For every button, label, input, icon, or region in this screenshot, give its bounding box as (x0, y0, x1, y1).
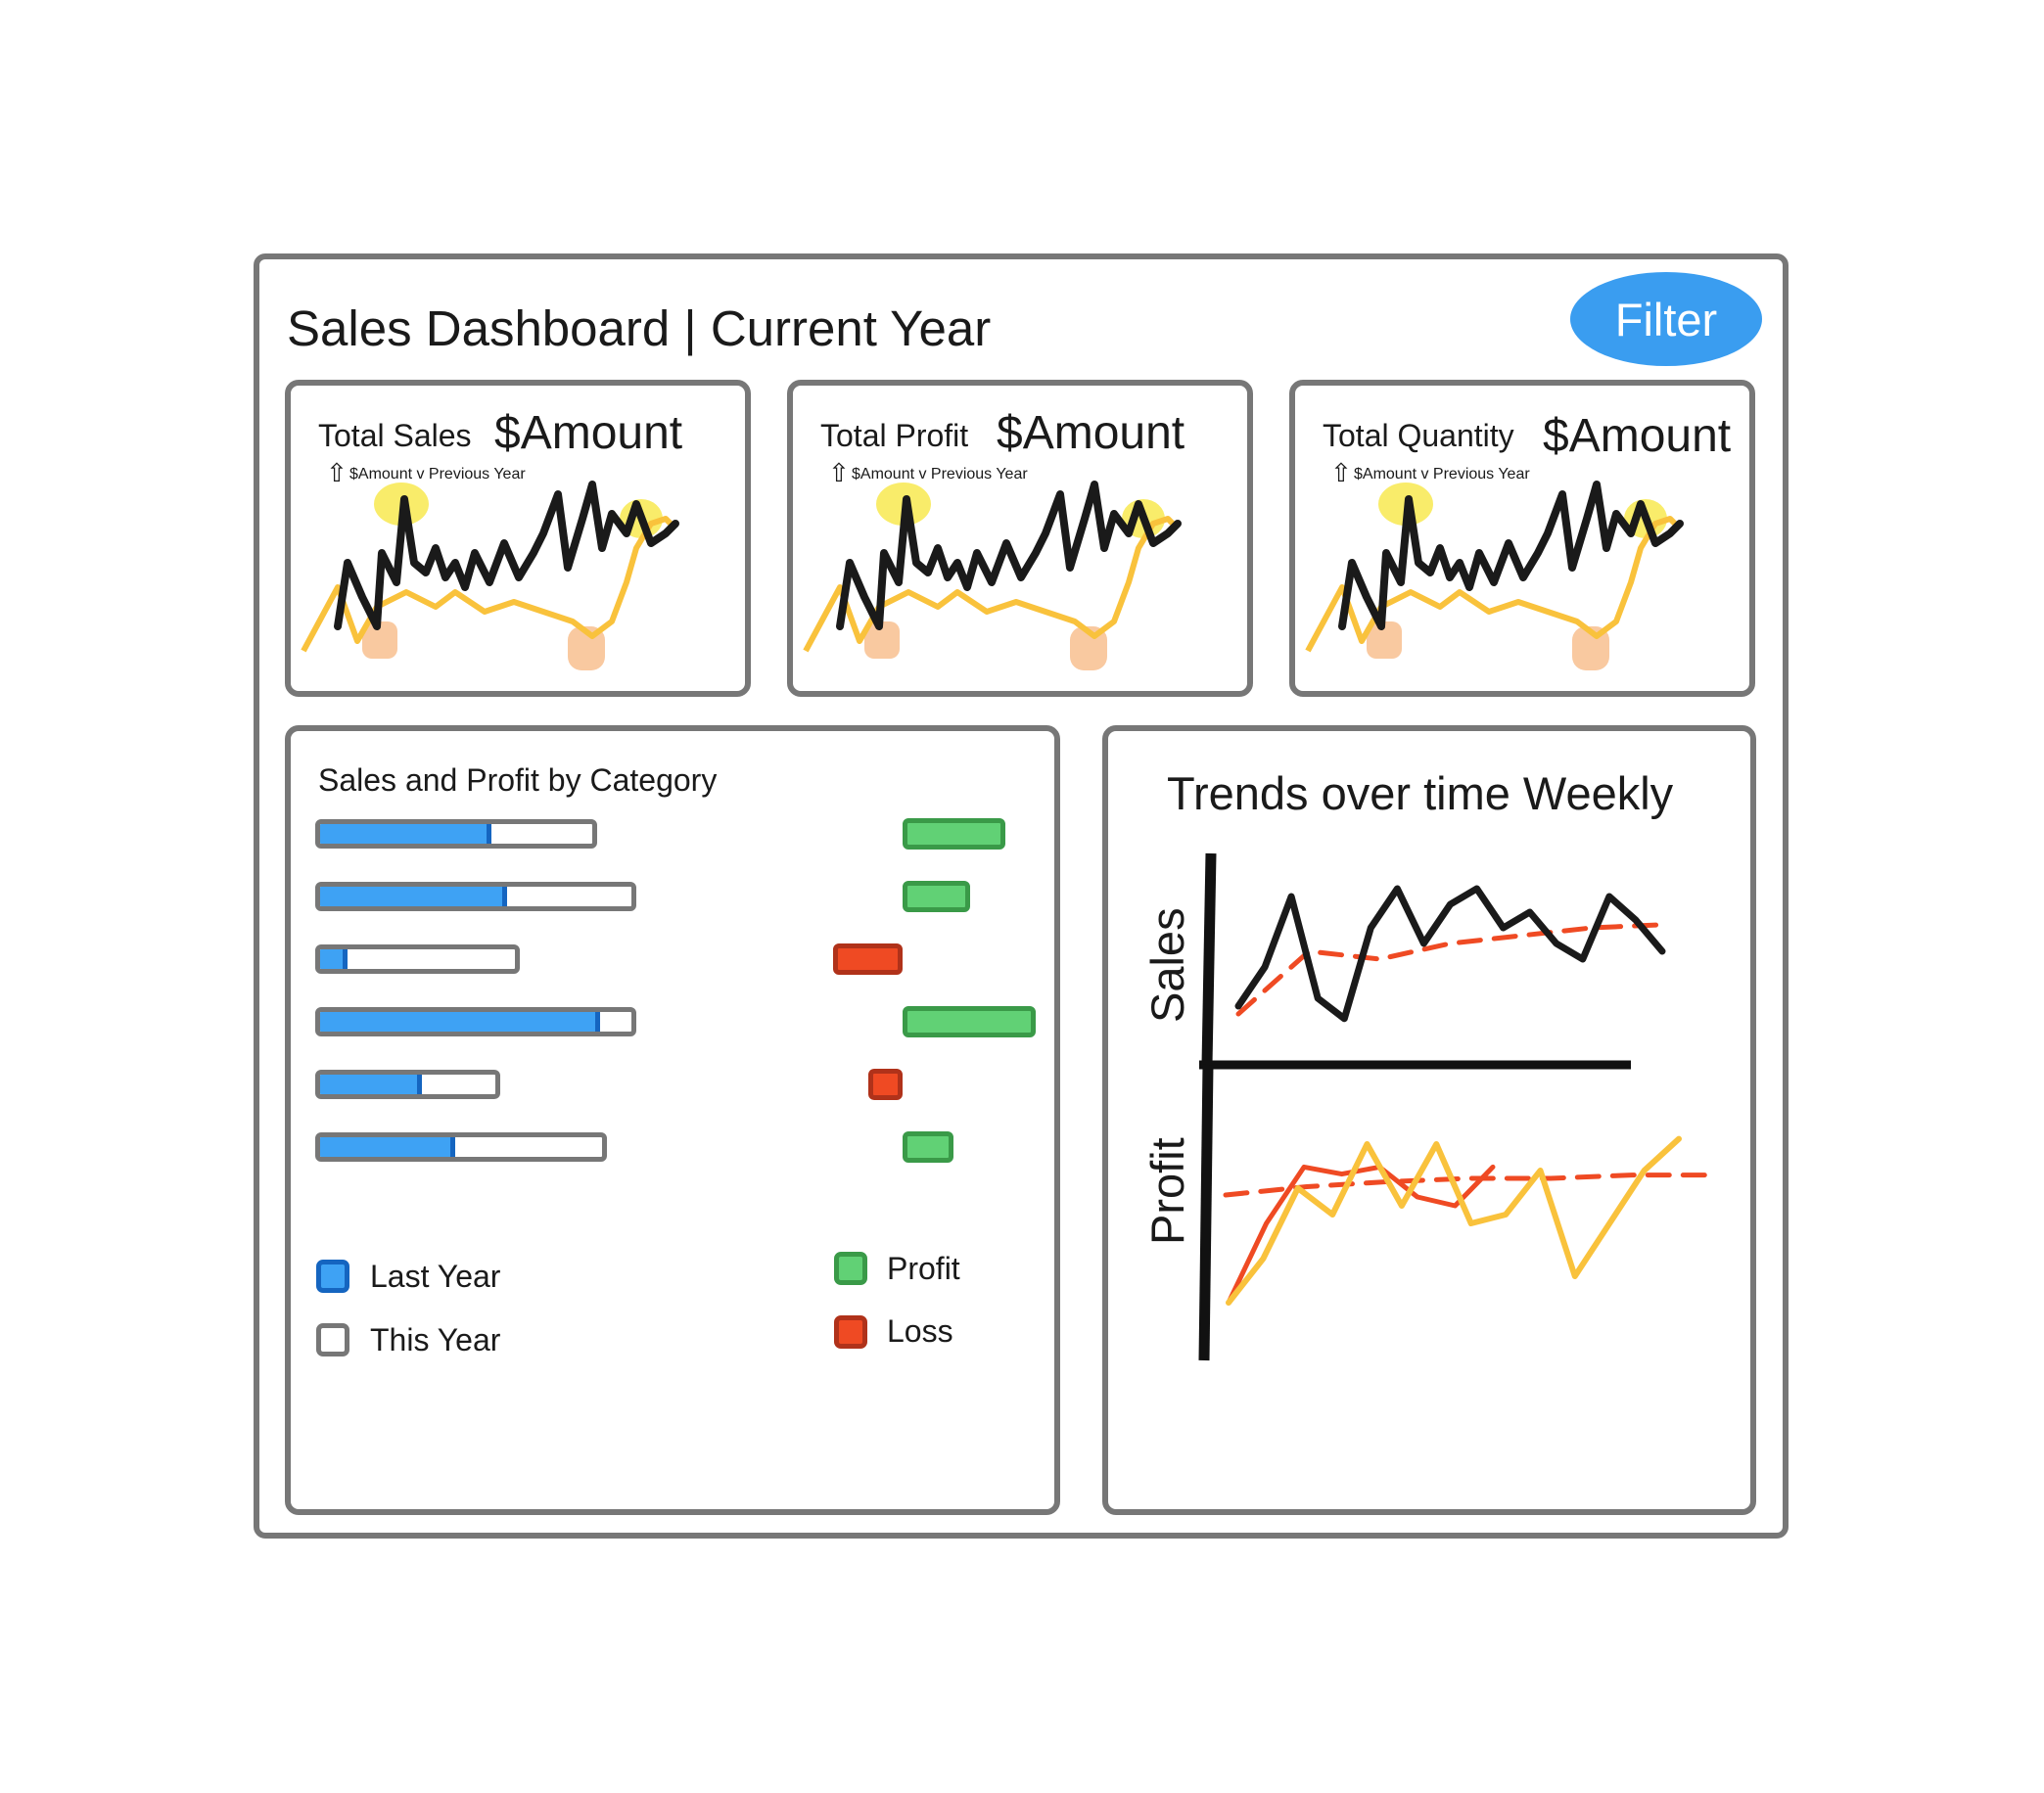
this-year-bar[interactable] (315, 1007, 636, 1036)
this-year-bar[interactable] (315, 819, 597, 849)
trend-chart (1198, 852, 1716, 1361)
last-year-bar[interactable] (320, 1075, 422, 1094)
profit-bar[interactable] (903, 1006, 1036, 1037)
sparkline (803, 481, 1182, 670)
this-year-bar[interactable] (315, 944, 520, 974)
kpi-value: $Amount (1543, 410, 1732, 462)
sales-y-axis (1201, 852, 1217, 1066)
kpi-value: $Amount (494, 407, 683, 459)
sparkline (1305, 481, 1684, 670)
legend-swatch-last-year (316, 1260, 349, 1293)
loss-bar[interactable] (833, 943, 903, 975)
trend-panel-title: Trends over time Weekly (1167, 767, 1674, 819)
sparkline (301, 481, 679, 670)
last-year-bar[interactable] (320, 824, 492, 844)
legend-swatch-loss (834, 1315, 867, 1349)
this-year-bar[interactable] (315, 882, 636, 911)
last-year-bar[interactable] (320, 887, 507, 906)
kpi-label: Total Sales (318, 418, 472, 453)
legend-label-last-year: Last Year (370, 1259, 501, 1294)
legend-swatch-profit (834, 1252, 867, 1285)
category-panel-title: Sales and Profit by Category (318, 762, 718, 798)
last-year-bar[interactable] (320, 1137, 456, 1157)
profit-line (1226, 1135, 1682, 1306)
loss-bar[interactable] (868, 1069, 903, 1100)
last-year-bar[interactable] (320, 949, 348, 969)
legend-label-loss: Loss (887, 1313, 953, 1349)
kpi-value: $Amount (997, 407, 1185, 459)
this-year-bar[interactable] (315, 1132, 607, 1162)
kpi-label: Total Quantity (1323, 418, 1514, 453)
profit-bar[interactable] (903, 818, 1005, 850)
this-year-bar[interactable] (315, 1070, 500, 1099)
kpi-label: Total Profit (820, 418, 969, 453)
filter-button[interactable]: Filter (1570, 272, 1762, 366)
page-title: Sales Dashboard | Current Year (287, 300, 992, 356)
legend-label-profit: Profit (887, 1251, 960, 1286)
profit-y-axis (1198, 1064, 1214, 1361)
sales-line (1234, 885, 1666, 1023)
legend-swatch-this-year (316, 1323, 349, 1356)
last-year-bar[interactable] (320, 1012, 601, 1032)
legend-label-this-year: This Year (370, 1322, 501, 1357)
profit-bar[interactable] (903, 881, 970, 912)
profit-bar[interactable] (903, 1131, 953, 1163)
